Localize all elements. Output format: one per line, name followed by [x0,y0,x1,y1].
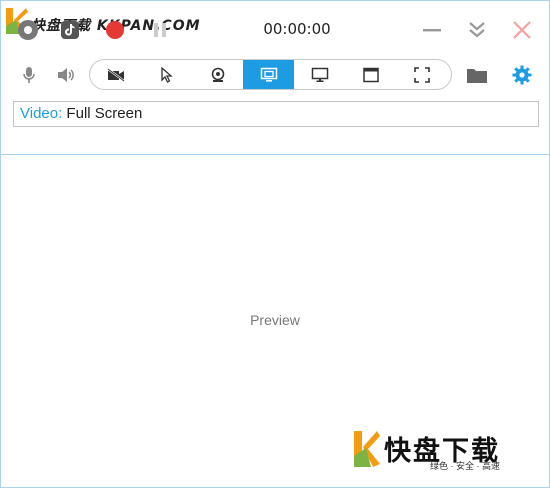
mode-webcam-button[interactable] [192,60,243,89]
watermark-bottom: 快盘下载 绿色 · 安全 · 高速 [354,429,524,473]
screen-window-icon [260,67,277,82]
tiktok-icon [61,21,79,39]
tiktok-button[interactable] [57,17,83,43]
mode-window-button[interactable] [345,60,396,89]
close-icon [513,21,531,39]
recording-timer: 00:00:00 [263,20,331,38]
folder-button[interactable] [466,65,488,85]
pause-button[interactable] [147,17,173,43]
minimize-button[interactable] [419,17,445,43]
mode-cursor-button[interactable] [141,60,192,89]
mode-monitor-button[interactable] [294,60,345,89]
settings-button[interactable] [511,65,533,85]
window-icon [362,67,379,82]
speaker-button[interactable] [55,65,77,85]
mode-camera-off-button[interactable] [90,60,141,89]
cursor-icon [160,66,173,83]
record-button[interactable] [102,17,128,43]
mode-fullscreen-button[interactable] [396,60,447,89]
double-chevron-down-icon [469,22,485,38]
microphone-button[interactable] [18,65,40,85]
capture-toolbar [1,58,549,92]
microphone-icon [23,67,35,83]
close-button[interactable] [509,17,535,43]
camera-off-icon [106,67,125,82]
preview-label: Preview [250,312,300,328]
watermark-bottom-logo-icon [354,431,380,467]
speaker-icon [58,68,74,82]
minimize-icon [423,29,441,32]
settings-circle-button[interactable] [15,17,41,43]
collapse-button[interactable] [464,17,490,43]
capture-mode-selector [89,59,452,90]
fullscreen-icon [413,66,430,83]
monitor-icon [311,67,328,82]
video-source-field: Video: Full Screen [13,101,539,127]
record-icon [106,21,124,39]
watermark-bottom-subtext: 绿色 · 安全 · 高速 [430,461,500,471]
webcam-icon [211,67,224,82]
title-bar: 快盘下载 KKPAN.COM 00:00:00 [1,1,549,57]
folder-icon [467,69,487,83]
gear-icon [512,65,532,85]
recorder-window: 快盘下载 KKPAN.COM 00:00:00 [0,0,550,488]
video-label: Video: [20,105,63,122]
video-source-value: Full Screen [62,105,143,122]
settings-circle-icon [18,20,38,40]
pause-icon [154,23,166,37]
mode-screen-window-button[interactable] [243,60,294,89]
